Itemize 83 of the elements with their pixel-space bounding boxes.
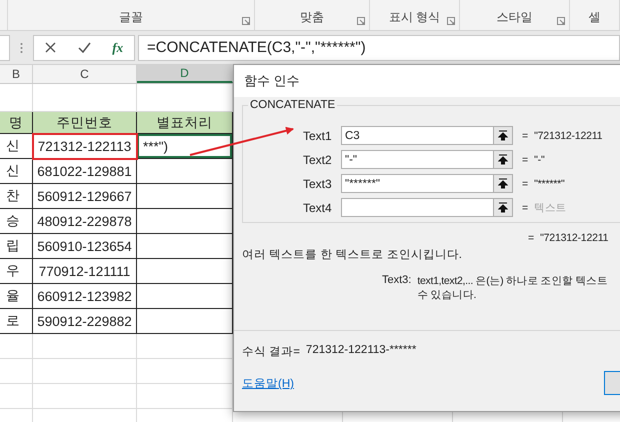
- column-header[interactable]: D: [137, 65, 233, 83]
- dialog-title: 함수 인수: [234, 65, 620, 97]
- dialog-launcher-icon[interactable]: [557, 17, 565, 25]
- dialog-launcher-icon[interactable]: [242, 17, 250, 25]
- function-description: 여러 텍스트를 한 텍스트로 조인시킵니다.: [242, 248, 463, 262]
- collapse-dialog-button[interactable]: [494, 174, 513, 193]
- argument-result: "721312-12211: [534, 130, 602, 142]
- grid-cell[interactable]: [0, 359, 33, 384]
- total-result: "721312-12211: [540, 232, 608, 244]
- table-cell: ***"): [137, 134, 233, 159]
- arrow-up-icon: [498, 178, 508, 189]
- argument-field[interactable]: [341, 198, 494, 217]
- argument-field[interactable]: "******": [341, 174, 494, 193]
- argument-label: Text2: [303, 152, 333, 166]
- grid-cell[interactable]: [33, 84, 137, 112]
- collapse-dialog-button[interactable]: [494, 198, 513, 217]
- argument-name: Text3:: [382, 274, 412, 288]
- table-cell: 770912-121111: [33, 259, 137, 284]
- grid-cell[interactable]: [0, 334, 33, 359]
- grid-cell[interactable]: [137, 359, 233, 384]
- table-cell: 560912-129667: [33, 184, 137, 209]
- grid-cell[interactable]: [33, 384, 137, 409]
- ribbon-group-label: 셀: [588, 9, 600, 26]
- formula-input[interactable]: =CONCATENATE(C3,"-","******"): [138, 34, 620, 60]
- argument-label: Text3: [303, 176, 333, 190]
- table-cell: 율: [0, 284, 33, 309]
- table-cell: 우: [0, 259, 33, 284]
- table-cell: 590912-229882: [33, 309, 137, 334]
- equals-sign: =: [522, 202, 528, 214]
- cancel-icon[interactable]: [44, 42, 56, 53]
- grid-cell[interactable]: [137, 84, 233, 112]
- argument-label: Text4: [303, 200, 333, 214]
- equals-sign: =: [522, 178, 528, 190]
- grid-cell[interactable]: [0, 84, 33, 112]
- arrow-up-icon: [498, 202, 508, 213]
- table-cell: 660912-123982: [33, 284, 137, 309]
- equals-sign: =: [522, 130, 528, 142]
- table-cell: 찬: [0, 184, 33, 209]
- ribbon-group-label: 맞춤: [300, 9, 324, 26]
- argument-field[interactable]: "-": [341, 150, 494, 169]
- formula-result-label: 수식 결과=: [242, 345, 300, 359]
- argument-description: 수 있습니다.: [417, 288, 478, 302]
- collapse-dialog-button[interactable]: [494, 150, 513, 169]
- equals-sign: =: [528, 232, 534, 244]
- function-name: CONCATENATE: [248, 99, 338, 111]
- table-cell: 560910-123654: [33, 234, 137, 259]
- dialog-launcher-icon[interactable]: [357, 17, 365, 25]
- table-cell: 로: [0, 309, 33, 334]
- table-cell: 681022-129881: [33, 159, 137, 184]
- dialog-launcher-icon[interactable]: [447, 17, 455, 25]
- grid-cell[interactable]: [0, 384, 33, 409]
- table-cell: 신: [0, 134, 33, 159]
- ribbon-group-label: 스타일: [496, 9, 532, 26]
- table-header: 주민번호: [33, 112, 137, 134]
- argument-description: text1,text2,... 은(는) 하나로 조인할 텍스트: [417, 274, 608, 288]
- arrow-up-icon: [498, 154, 508, 165]
- ribbon-group-label: 글꼴: [119, 9, 143, 26]
- table-cell: 신: [0, 159, 33, 184]
- table-cell: 승: [0, 209, 33, 234]
- collapse-dialog-button[interactable]: [494, 126, 513, 145]
- drag-handle-icon[interactable]: [20, 42, 23, 54]
- grid-cell[interactable]: [33, 334, 137, 359]
- argument-field[interactable]: C3: [341, 126, 494, 145]
- table-cell: 립: [0, 234, 33, 259]
- argument-result: "******": [534, 178, 565, 190]
- table-header: 별표처리: [137, 112, 233, 134]
- equals-sign: =: [522, 154, 528, 166]
- grid-cell[interactable]: [137, 334, 233, 359]
- table-cell: 480912-229878: [33, 209, 137, 234]
- argument-label: Text1: [303, 128, 333, 142]
- insert-function-button[interactable]: fx: [112, 40, 124, 56]
- grid-cell[interactable]: [33, 359, 137, 384]
- arrow-up-icon: [498, 130, 508, 141]
- help-link[interactable]: 도움말(H): [242, 376, 294, 391]
- table-header: 명: [0, 112, 33, 134]
- check-icon[interactable]: [78, 42, 91, 53]
- name-box[interactable]: [0, 34, 10, 60]
- argument-result: 텍스트: [534, 200, 567, 214]
- argument-result: "-": [534, 154, 544, 166]
- ribbon-group-label: 표시 형식: [388, 9, 440, 26]
- table-cell: 721312-122113: [33, 134, 137, 159]
- grid-cell[interactable]: [137, 384, 233, 409]
- formula-result: 721312-122113-******: [306, 344, 416, 358]
